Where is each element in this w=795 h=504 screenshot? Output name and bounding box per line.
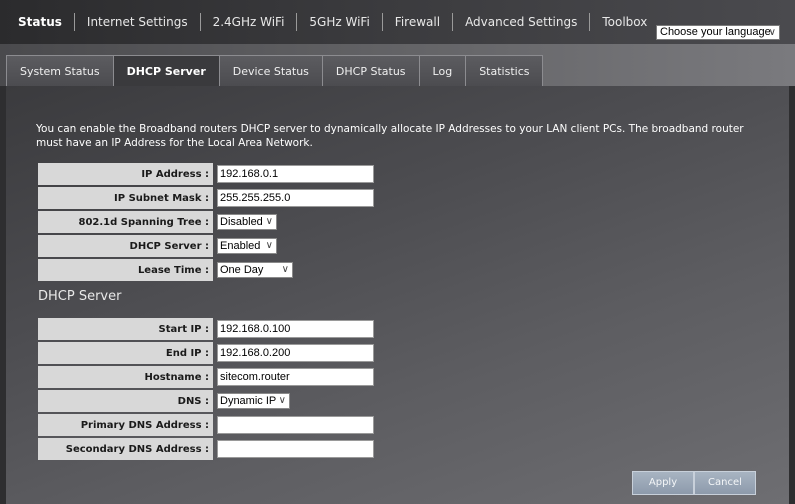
table-row: Lease Time : One Day ∨ — [38, 259, 374, 281]
nav-advanced-settings[interactable]: Advanced Settings — [453, 13, 591, 31]
dhcp-section-title: DHCP Server — [38, 289, 122, 304]
secondary-dns-input[interactable] — [217, 440, 374, 458]
secondary-dns-label: Secondary DNS Address : — [38, 438, 213, 460]
table-row: IP Address : 192.168.0.1 — [38, 163, 374, 185]
nav-5ghz-wifi[interactable]: 5GHz WiFi — [297, 13, 383, 31]
table-row: DHCP Server : Enabled ∨ — [38, 235, 374, 257]
tab-system-status[interactable]: System Status — [6, 55, 113, 86]
start-ip-input[interactable]: 192.168.0.100 — [217, 320, 374, 338]
nav-status[interactable]: Status — [6, 13, 75, 31]
chevron-down-icon: ∨ — [278, 395, 286, 406]
nav-toolbox[interactable]: Toolbox — [590, 13, 659, 31]
hostname-label: Hostname : — [38, 366, 213, 388]
primary-dns-label: Primary DNS Address : — [38, 414, 213, 436]
chevron-down-icon: ∨ — [281, 264, 289, 275]
main-menu: Status Internet Settings 2.4GHz WiFi 5GH… — [6, 13, 659, 31]
tab-dhcp-status[interactable]: DHCP Status — [321, 55, 419, 86]
table-row: Start IP : 192.168.0.100 — [38, 318, 374, 340]
language-select[interactable]: Choose your language ∨ — [656, 25, 780, 40]
subnet-mask-label: IP Subnet Mask : — [38, 187, 213, 209]
chevron-down-icon: ∨ — [265, 216, 273, 227]
start-ip-label: Start IP : — [38, 318, 213, 340]
spanning-tree-label: 802.1d Spanning Tree : — [38, 211, 213, 233]
table-row: Hostname : sitecom.router — [38, 366, 374, 388]
tab-device-status[interactable]: Device Status — [218, 55, 322, 86]
sub-tabs: System Status DHCP Server Device Status … — [6, 55, 544, 86]
top-navigation-bar: Status Internet Settings 2.4GHz WiFi 5GH… — [0, 0, 795, 45]
table-row: 802.1d Spanning Tree : Disabled ∨ — [38, 211, 374, 233]
dhcp-server-value: Enabled — [220, 240, 261, 252]
dhcp-settings-table: Start IP : 192.168.0.100 End IP : 192.16… — [38, 316, 374, 462]
end-ip-label: End IP : — [38, 342, 213, 364]
ip-address-input[interactable]: 192.168.0.1 — [217, 165, 374, 183]
lease-time-label: Lease Time : — [38, 259, 213, 281]
table-row: End IP : 192.168.0.200 — [38, 342, 374, 364]
apply-button[interactable]: Apply — [632, 471, 694, 495]
spanning-tree-value: Disabled — [220, 216, 263, 228]
content-panel: You can enable the Broadband routers DHC… — [6, 86, 789, 504]
intro-text: You can enable the Broadband routers DHC… — [36, 123, 744, 149]
subnet-mask-input[interactable]: 255.255.255.0 — [217, 189, 374, 207]
nav-24ghz-wifi[interactable]: 2.4GHz WiFi — [201, 13, 298, 31]
tab-log[interactable]: Log — [418, 55, 466, 86]
nav-internet-settings[interactable]: Internet Settings — [75, 13, 201, 31]
nav-firewall[interactable]: Firewall — [383, 13, 454, 31]
dns-label: DNS : — [38, 390, 213, 412]
table-row: Primary DNS Address : — [38, 414, 374, 436]
lan-settings-table: IP Address : 192.168.0.1 IP Subnet Mask … — [38, 161, 374, 283]
table-row: IP Subnet Mask : 255.255.255.0 — [38, 187, 374, 209]
primary-dns-input[interactable] — [217, 416, 374, 434]
chevron-down-icon: ∨ — [768, 27, 776, 38]
sub-navigation-bar: System Status DHCP Server Device Status … — [0, 44, 795, 86]
hostname-input[interactable]: sitecom.router — [217, 368, 374, 386]
tab-statistics[interactable]: Statistics — [465, 55, 544, 86]
lease-time-value: One Day — [220, 264, 264, 276]
chevron-down-icon: ∨ — [265, 240, 273, 251]
spanning-tree-select[interactable]: Disabled ∨ — [217, 214, 277, 230]
dns-value: Dynamic IP — [220, 395, 277, 407]
table-row: Secondary DNS Address : — [38, 438, 374, 460]
ip-address-label: IP Address : — [38, 163, 213, 185]
language-select-value: Choose your language — [660, 26, 771, 38]
cancel-button[interactable]: Cancel — [694, 471, 756, 495]
end-ip-input[interactable]: 192.168.0.200 — [217, 344, 374, 362]
lease-time-select[interactable]: One Day ∨ — [217, 262, 293, 278]
table-row: DNS : Dynamic IP ∨ — [38, 390, 374, 412]
dns-select[interactable]: Dynamic IP ∨ — [217, 393, 290, 409]
tab-dhcp-server[interactable]: DHCP Server — [112, 55, 219, 86]
dhcp-server-label: DHCP Server : — [38, 235, 213, 257]
dhcp-server-select[interactable]: Enabled ∨ — [217, 238, 277, 254]
